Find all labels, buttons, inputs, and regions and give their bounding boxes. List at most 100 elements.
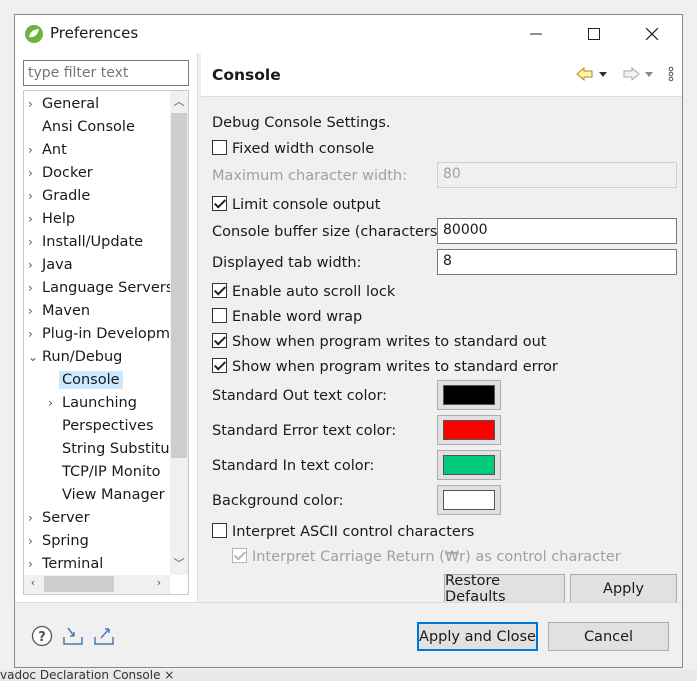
tree-item[interactable]: › General bbox=[28, 93, 99, 116]
vertical-scrollbar[interactable]: ︿ ﹀ bbox=[170, 91, 188, 575]
tree-item[interactable]: View Manager bbox=[48, 484, 165, 507]
tree-item[interactable]: TCP/IP Monito bbox=[48, 461, 161, 484]
stdin-color-swatch bbox=[443, 455, 495, 475]
max-char-width-label: Maximum character width: bbox=[212, 168, 407, 184]
auto-scroll-lock-check[interactable] bbox=[212, 283, 227, 298]
word-wrap-check[interactable] bbox=[212, 308, 227, 323]
restore-defaults-button[interactable]: Restore Defaults bbox=[444, 573, 565, 605]
tree-item[interactable]: Ansi Console bbox=[28, 116, 135, 139]
tree-item[interactable]: Console bbox=[48, 369, 123, 392]
tree-item[interactable]: › Install/Update bbox=[28, 231, 143, 254]
tree-item-label: Perspectives bbox=[62, 418, 154, 434]
tree-item[interactable]: › Plug-in Developm bbox=[28, 323, 170, 346]
scroll-left-icon[interactable]: ‹ bbox=[26, 576, 40, 592]
tree-item[interactable]: ⌄ Run/Debug bbox=[28, 346, 122, 369]
chevron-right-icon[interactable]: › bbox=[28, 553, 42, 576]
close-button[interactable] bbox=[623, 15, 681, 53]
chevron-down-icon[interactable]: ⌄ bbox=[28, 346, 42, 369]
page-header: Console bbox=[201, 53, 682, 97]
stdout-color-label: Standard Out text color: bbox=[212, 388, 388, 404]
navigation-pane: ›Terminal›Spring›ServerView ManagerTCP/I… bbox=[15, 53, 197, 602]
tree-item[interactable]: › Java bbox=[28, 254, 73, 277]
tree-item[interactable]: › Docker bbox=[28, 162, 93, 185]
tree-item[interactable]: › Launching bbox=[48, 392, 137, 415]
buffer-size-field[interactable]: 80000 bbox=[437, 218, 677, 244]
tree-item-label: Maven bbox=[42, 303, 91, 319]
chevron-right-icon[interactable]: › bbox=[28, 323, 42, 346]
scroll-thumb[interactable] bbox=[171, 113, 187, 458]
show-stderr-checkbox[interactable]: Show when program writes to standard err… bbox=[212, 358, 558, 375]
chevron-right-icon[interactable]: › bbox=[48, 392, 62, 415]
tree-item[interactable]: › Gradle bbox=[28, 185, 90, 208]
horizontal-scrollbar[interactable]: ‹ › bbox=[24, 575, 170, 594]
back-arrow-icon[interactable] bbox=[576, 67, 594, 81]
title-bar: Preferences bbox=[15, 15, 682, 53]
scroll-right-icon[interactable]: › bbox=[152, 576, 166, 592]
tree-item[interactable]: › Language Servers bbox=[28, 277, 173, 300]
tree-item-label: Language Servers bbox=[42, 280, 174, 296]
tree-item-label: Help bbox=[42, 211, 76, 227]
show-stderr-check[interactable] bbox=[212, 358, 227, 373]
fixed-width-check[interactable] bbox=[212, 140, 227, 155]
help-icon[interactable]: ? bbox=[31, 625, 53, 647]
tree-item-label: Java bbox=[42, 257, 73, 273]
chevron-right-icon[interactable]: › bbox=[28, 208, 42, 231]
scroll-up-icon[interactable]: ︿ bbox=[172, 93, 186, 111]
bg-color-button[interactable] bbox=[437, 485, 501, 515]
tree-item[interactable]: › Ant bbox=[28, 139, 67, 162]
stdout-color-button[interactable] bbox=[437, 380, 501, 410]
tree-item[interactable]: › Maven bbox=[28, 300, 90, 323]
show-stdout-check[interactable] bbox=[212, 333, 227, 348]
limit-output-check[interactable] bbox=[212, 196, 227, 211]
tab-width-field[interactable]: 8 bbox=[437, 249, 677, 275]
fixed-width-label: Fixed width console bbox=[232, 141, 375, 157]
chevron-right-icon[interactable]: › bbox=[28, 139, 42, 162]
hscroll-thumb[interactable] bbox=[44, 576, 114, 592]
apply-button[interactable]: Apply bbox=[570, 574, 677, 603]
tree-item[interactable]: String Substitu bbox=[48, 438, 170, 461]
stdin-color-button[interactable] bbox=[437, 450, 501, 480]
chevron-right-icon[interactable]: › bbox=[28, 93, 42, 116]
cancel-button[interactable]: Cancel bbox=[548, 622, 669, 651]
minimize-button[interactable] bbox=[507, 15, 565, 53]
limit-output-checkbox[interactable]: Limit console output bbox=[212, 196, 380, 213]
auto-scroll-lock-checkbox[interactable]: Enable auto scroll lock bbox=[212, 283, 395, 300]
fixed-width-checkbox[interactable]: Fixed width console bbox=[212, 140, 374, 157]
tree-item[interactable]: › Help bbox=[28, 208, 75, 231]
chevron-right-icon[interactable]: › bbox=[28, 185, 42, 208]
scroll-down-icon[interactable]: ﹀ bbox=[172, 555, 186, 573]
export-icon[interactable] bbox=[93, 625, 115, 647]
tree-item-label: Ansi Console bbox=[42, 119, 135, 135]
interpret-ascii-checkbox[interactable]: Interpret ASCII control characters bbox=[212, 523, 474, 540]
chevron-right-icon[interactable]: › bbox=[28, 231, 42, 254]
import-icon[interactable] bbox=[62, 625, 84, 647]
stdin-color-label: Standard In text color: bbox=[212, 458, 375, 474]
chevron-right-icon[interactable]: › bbox=[28, 300, 42, 323]
apply-and-close-button[interactable]: Apply and Close bbox=[417, 622, 538, 651]
stderr-color-button[interactable] bbox=[437, 415, 501, 445]
tree-item-label: Spring bbox=[42, 533, 89, 549]
chevron-right-icon[interactable]: › bbox=[28, 277, 42, 300]
word-wrap-label: Enable word wrap bbox=[232, 309, 363, 325]
chevron-right-icon[interactable]: › bbox=[28, 254, 42, 277]
chevron-right-icon[interactable]: › bbox=[28, 507, 42, 530]
view-menu-icon[interactable] bbox=[668, 66, 674, 82]
chevron-right-icon[interactable]: › bbox=[28, 162, 42, 185]
tree-item[interactable]: Perspectives bbox=[48, 415, 154, 438]
chevron-right-icon[interactable]: › bbox=[28, 530, 42, 553]
minimize-icon bbox=[530, 33, 542, 35]
forward-dropdown-icon[interactable] bbox=[644, 70, 654, 78]
interpret-ascii-check[interactable] bbox=[212, 523, 227, 538]
tree-item-label: TCP/IP Monito bbox=[62, 464, 161, 480]
show-stdout-checkbox[interactable]: Show when program writes to standard out bbox=[212, 333, 546, 350]
forward-arrow-icon[interactable] bbox=[622, 67, 640, 81]
filter-input[interactable] bbox=[23, 60, 189, 86]
tree-item[interactable]: › Server bbox=[28, 507, 90, 530]
tree-item[interactable]: › Spring bbox=[28, 530, 89, 553]
word-wrap-checkbox[interactable]: Enable word wrap bbox=[212, 308, 362, 325]
bg-color-swatch bbox=[443, 490, 495, 510]
tree-item[interactable]: › Terminal bbox=[28, 553, 103, 576]
stderr-color-swatch bbox=[443, 420, 495, 440]
maximize-button[interactable] bbox=[565, 15, 623, 53]
back-dropdown-icon[interactable] bbox=[598, 70, 608, 78]
